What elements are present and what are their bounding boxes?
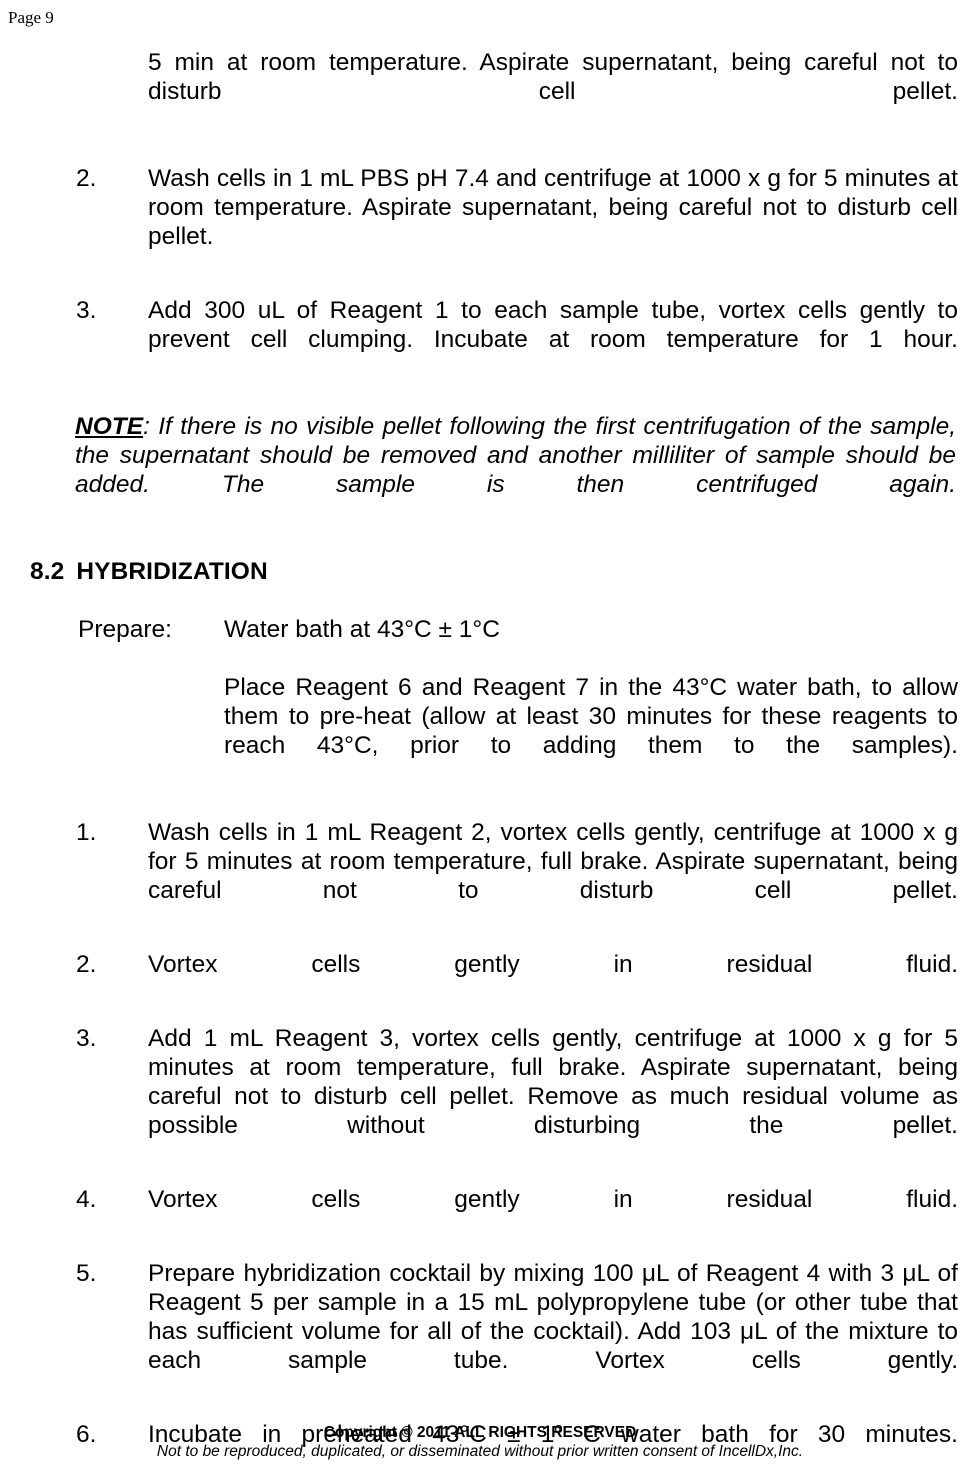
continuation-paragraph: 5 min at room temperature. Aspirate supe… bbox=[148, 49, 958, 105]
footer-copyright: Copyright © 2011 ALL RIGHTS RESERVED bbox=[323, 1424, 637, 1441]
list-item-text: Wash cells in 1 mL PBS pH 7.4 and centri… bbox=[148, 165, 958, 250]
list-item: 2. Vortex cells gently in residual fluid… bbox=[30, 950, 958, 1008]
section-number: 8.2 bbox=[30, 558, 65, 585]
list-item-marker: 3. bbox=[76, 1025, 97, 1052]
section-title: HYBRIDIZATION bbox=[76, 558, 268, 585]
list-item-text: Prepare hybridization cocktail by mixing… bbox=[148, 1260, 958, 1374]
list-item-text: Wash cells in 1 mL Reagent 2, vortex cel… bbox=[148, 819, 958, 904]
prepare-row: Prepare: Water bath at 43°C ± 1°C bbox=[30, 615, 958, 644]
prepare-value: Water bath at 43°C ± 1°C bbox=[224, 616, 500, 643]
note-text: : If there is no visible pellet followin… bbox=[75, 413, 956, 498]
list-item: 4. Vortex cells gently in residual fluid… bbox=[30, 1185, 958, 1243]
list-item: 3. Add 1 mL Reagent 3, vortex cells gent… bbox=[30, 1024, 958, 1169]
list-item-marker: 2. bbox=[76, 951, 97, 978]
section-heading-8-2: 8.2 HYBRIDIZATION bbox=[30, 557, 958, 586]
running-header-page-label: Page 9 bbox=[8, 8, 54, 27]
list-item-text: Vortex cells gently in residual fluid. bbox=[148, 1186, 958, 1213]
document-page: Page 9 5 min at room temperature. Aspira… bbox=[0, 0, 960, 1469]
list-item-text: Vortex cells gently in residual fluid. bbox=[148, 951, 958, 978]
list-item-marker: 5. bbox=[76, 1260, 97, 1287]
list-item-marker: 1. bbox=[76, 819, 97, 846]
prepare-paragraph: Place Reagent 6 and Reagent 7 in the 43°… bbox=[224, 674, 958, 759]
list-item: 3. Add 300 uL of Reagent 1 to each sampl… bbox=[30, 296, 958, 383]
page-content: 5 min at room temperature. Aspirate supe… bbox=[30, 48, 958, 1469]
prepare-label: Prepare: bbox=[78, 616, 172, 643]
list-item-text: Add 1 mL Reagent 3, vortex cells gently,… bbox=[148, 1025, 958, 1139]
page-footer: Copyright © 2011 ALL RIGHTS RESERVED Not… bbox=[0, 1423, 960, 1461]
note-block: NOTE: If there is no visible pellet foll… bbox=[30, 412, 958, 528]
list-item-marker: 3. bbox=[76, 297, 97, 324]
list-item: 2. Wash cells in 1 mL PBS pH 7.4 and cen… bbox=[30, 164, 958, 280]
footer-notice: Not to be reproduced, duplicated, or dis… bbox=[156, 1443, 804, 1460]
list-item: 1. Wash cells in 1 mL Reagent 2, vortex … bbox=[30, 818, 958, 934]
list-item-marker: 2. bbox=[76, 165, 97, 192]
list-item-text: Add 300 uL of Reagent 1 to each sample t… bbox=[148, 297, 958, 353]
list-item-marker: 4. bbox=[76, 1186, 97, 1213]
list-item: 5. Prepare hybridization cocktail by mix… bbox=[30, 1259, 958, 1404]
note-label: NOTE bbox=[75, 413, 144, 440]
